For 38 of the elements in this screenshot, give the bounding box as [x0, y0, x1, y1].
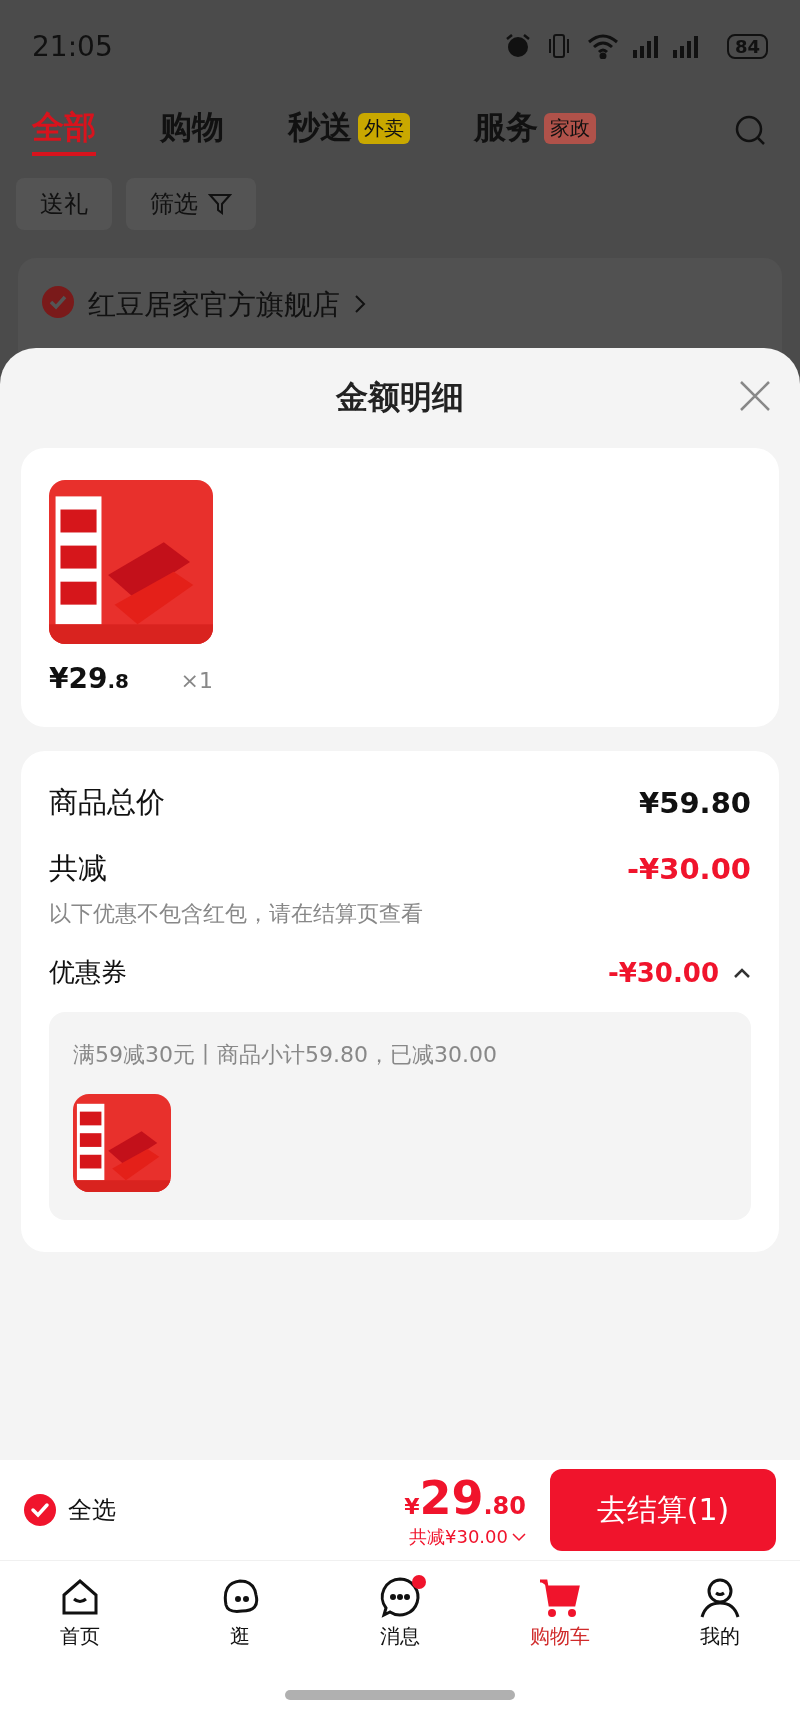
filter-chip[interactable]: 送礼: [16, 178, 112, 230]
nav-item[interactable]: 购物车: [500, 1575, 620, 1650]
store-name[interactable]: 红豆居家官方旗舰店: [88, 286, 340, 324]
nav-item[interactable]: 消息: [340, 1575, 460, 1650]
filter-icon: [208, 192, 232, 216]
select-all-label[interactable]: 全选: [68, 1494, 116, 1526]
chevron-down-icon: [512, 1532, 526, 1542]
summary-value: ¥59.80: [639, 786, 751, 820]
summary-value: -¥30.00: [627, 852, 751, 886]
category-tab[interactable]: 秒送 外卖: [288, 106, 410, 156]
coupon-text: 满59减30元丨商品小计59.80，已减30.00: [73, 1041, 498, 1069]
total-saved[interactable]: 共减¥30.00: [409, 1525, 526, 1549]
checkout-button[interactable]: 去结算(1): [550, 1469, 776, 1551]
store-checkbox[interactable]: [42, 286, 74, 318]
tab-badge: 家政: [544, 112, 596, 144]
status-time: 21:05: [32, 29, 113, 63]
total-price: ¥29.80: [404, 1471, 526, 1525]
filter-chip[interactable]: 筛选: [126, 178, 256, 230]
wifi-icon: [586, 33, 619, 59]
nav-item[interactable]: 逛: [180, 1575, 300, 1650]
item-price: ¥29.8: [49, 662, 129, 695]
summary-label: 优惠券: [49, 956, 127, 989]
summary-label: 商品总价: [49, 784, 165, 821]
chevron-icon[interactable]: [733, 966, 751, 979]
battery-level: 84: [726, 33, 768, 59]
discount-note: 以下优惠不包含红包，请在结算页查看: [49, 900, 424, 928]
summary-label: 共减: [49, 850, 107, 887]
nav-item[interactable]: 首页: [20, 1575, 140, 1650]
nav-item[interactable]: 我的: [660, 1575, 780, 1650]
sheet-title: 金额明细: [336, 377, 464, 418]
select-all-checkbox[interactable]: [24, 1494, 56, 1526]
alarm-icon: [504, 33, 531, 59]
tab-badge: 外卖: [358, 112, 410, 144]
item-quantity: ×1: [180, 668, 213, 693]
category-tab[interactable]: 服务 家政: [474, 106, 596, 156]
chat-icon: [378, 1575, 422, 1619]
chevron-right-icon: [354, 294, 366, 314]
summary-value: -¥30.00: [607, 957, 719, 988]
